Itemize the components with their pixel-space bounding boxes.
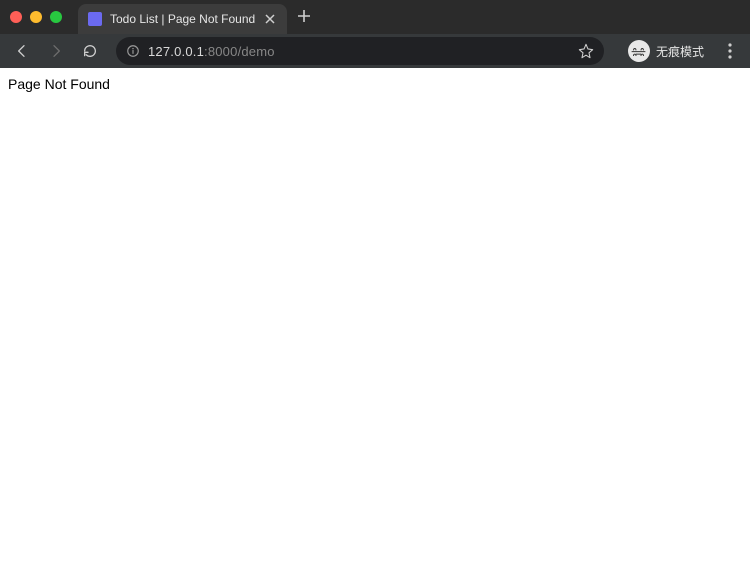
browser-tab[interactable]: Todo List | Page Not Found [78, 4, 287, 34]
new-tab-button[interactable] [297, 8, 311, 26]
incognito-icon [628, 40, 650, 62]
window-maximize-button[interactable] [50, 11, 62, 23]
site-info-icon[interactable] [126, 44, 140, 58]
window-controls [10, 11, 62, 23]
bookmark-star-icon[interactable] [578, 43, 594, 59]
url-port: :8000 [204, 44, 238, 59]
close-tab-button[interactable] [263, 10, 277, 28]
back-button[interactable] [8, 37, 36, 65]
browser-toolbar: 127.0.0.1:8000/demo 无痕模式 [0, 34, 750, 68]
url-host: 127.0.0.1 [148, 44, 204, 59]
url-text: 127.0.0.1:8000/demo [148, 44, 570, 59]
incognito-label: 无痕模式 [656, 43, 704, 60]
forward-button[interactable] [42, 37, 70, 65]
reload-button[interactable] [76, 37, 104, 65]
page-not-found-text: Page Not Found [8, 76, 742, 92]
window-minimize-button[interactable] [30, 11, 42, 23]
page-content: Page Not Found [0, 68, 750, 562]
address-bar[interactable]: 127.0.0.1:8000/demo [116, 37, 604, 65]
tab-strip: Todo List | Page Not Found [78, 0, 311, 34]
tab-favicon [88, 12, 102, 26]
toolbar-right-controls: 无痕模式 [622, 37, 742, 65]
tab-title: Todo List | Page Not Found [110, 12, 255, 26]
browser-menu-button[interactable] [718, 43, 742, 59]
window-titlebar: Todo List | Page Not Found [0, 0, 750, 34]
incognito-badge[interactable]: 无痕模式 [622, 37, 710, 65]
window-close-button[interactable] [10, 11, 22, 23]
url-path: /demo [238, 44, 275, 59]
